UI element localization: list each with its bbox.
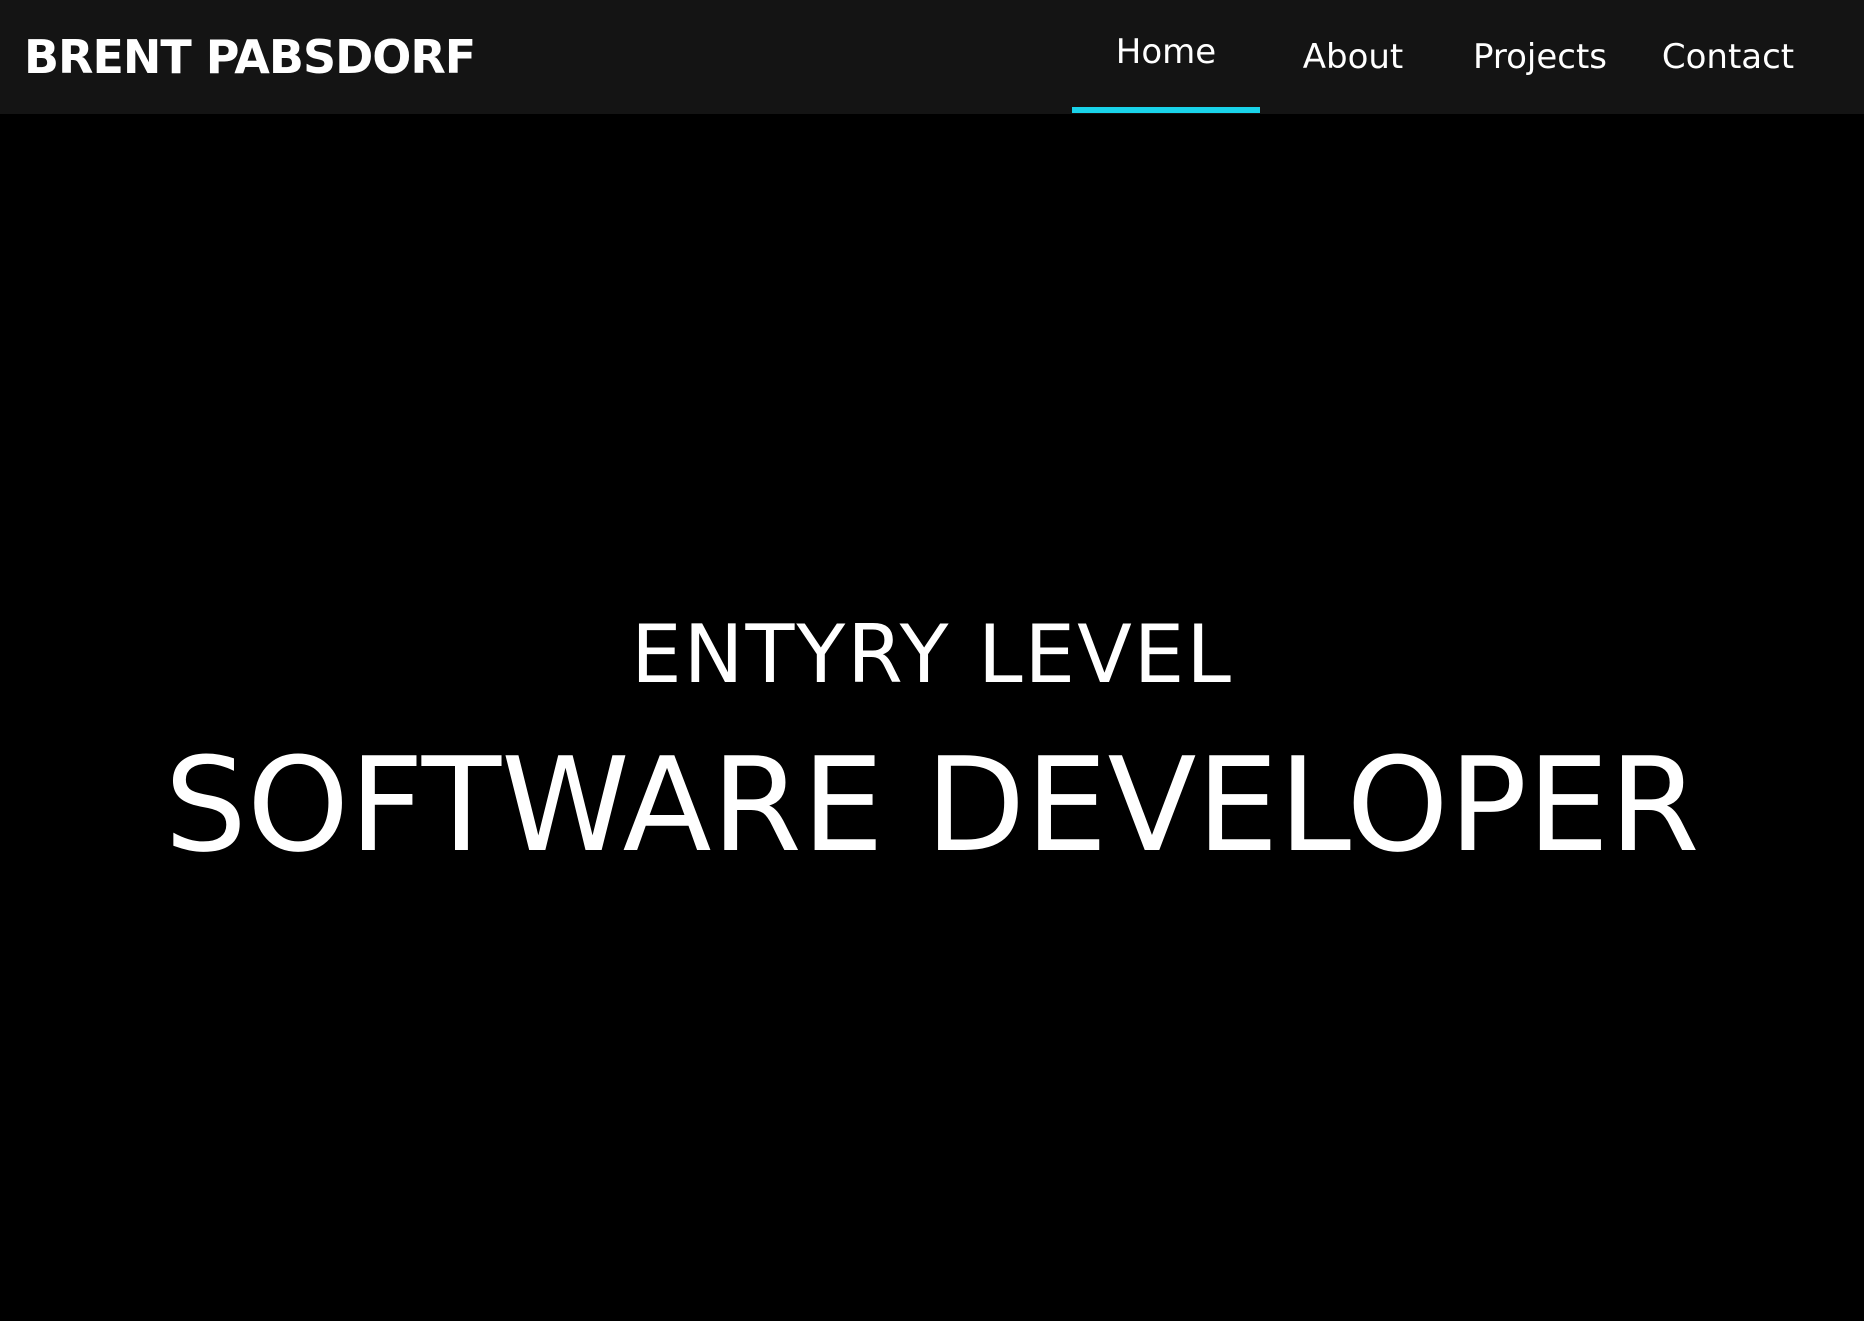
top-navbar: BRENT PABSDORF Home About Projects Conta… <box>0 0 1864 114</box>
nav-link-about[interactable]: About <box>1290 0 1416 114</box>
hero-section <box>0 114 1864 1321</box>
site-brand[interactable]: BRENT PABSDORF <box>24 28 476 86</box>
hero-title: SOFTWARE DEVELOPER <box>164 729 1700 881</box>
nav-link-projects[interactable]: Projects <box>1466 0 1614 114</box>
nav-link-home[interactable]: Home <box>1072 0 1260 114</box>
hero-subtitle: ENTYRY LEVEL <box>631 608 1233 701</box>
nav-link-contact[interactable]: Contact <box>1660 0 1796 114</box>
active-nav-indicator <box>1072 107 1260 113</box>
